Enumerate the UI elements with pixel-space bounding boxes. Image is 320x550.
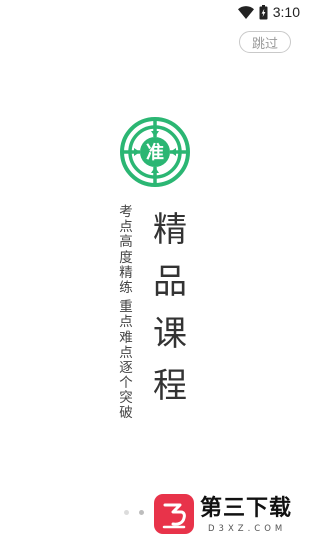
status-icons: 3:10 <box>237 3 300 21</box>
subtitle-char: 突 <box>119 390 133 407</box>
title-char: 品 <box>153 262 187 302</box>
download-logo-icon <box>154 494 194 534</box>
status-time: 3:10 <box>272 4 300 20</box>
subtitle-char: 练 <box>119 279 133 296</box>
page-dot-active[interactable] <box>139 510 144 515</box>
watermark-brand: 第三下载 <box>200 496 293 521</box>
status-bar: 3:10 <box>0 0 308 24</box>
subtitle-char: 精 <box>119 264 133 281</box>
page-dot[interactable] <box>124 510 129 515</box>
subtitle-char: 逐 <box>119 359 133 376</box>
target-logo-icon: 准 <box>120 117 190 187</box>
subtitle-char: 个 <box>119 375 133 392</box>
wifi-icon <box>237 5 254 19</box>
subtitle-char: 难 <box>119 329 133 346</box>
subtitle-char: 高 <box>119 234 133 251</box>
watermark: 第三下载 D3XZ.COM <box>150 488 300 544</box>
subtitle-char: 重 <box>119 299 133 316</box>
subtitle-char: 点 <box>119 314 133 331</box>
title-char: 精 <box>153 210 187 250</box>
subtitle-char: 度 <box>119 249 133 266</box>
page-title: 精 品 课 程 <box>150 204 190 412</box>
watermark-domain: D3XZ.COM <box>208 524 287 534</box>
subtitle: 考 点 高 度 精 练 重 点 难 点 逐 个 突 破 <box>118 204 134 422</box>
title-char: 课 <box>153 314 187 354</box>
subtitle-char: 破 <box>119 405 133 422</box>
skip-button[interactable]: 跳过 <box>239 31 291 53</box>
subtitle-char: 点 <box>119 344 133 361</box>
subtitle-char: 考 <box>119 204 133 220</box>
title-char: 程 <box>153 366 187 406</box>
battery-icon <box>259 4 268 19</box>
logo-text: 准 <box>146 142 164 164</box>
